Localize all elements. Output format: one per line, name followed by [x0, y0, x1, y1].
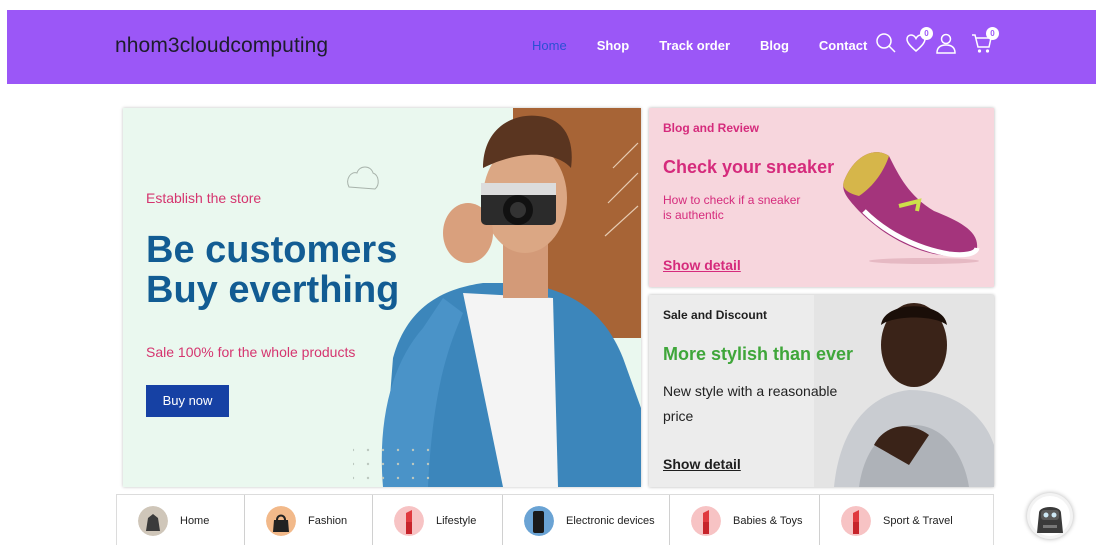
- category-home[interactable]: Home: [117, 495, 245, 545]
- hero-eyebrow: Establish the store: [146, 190, 262, 206]
- category-label: Babies & Toys: [733, 514, 803, 527]
- sneaker-image: [843, 152, 980, 264]
- blog-card-description: How to check if a sneaker is authentic: [663, 193, 800, 223]
- category-label: Lifestyle: [436, 514, 477, 527]
- cart-icon[interactable]: 0: [971, 27, 999, 54]
- nav-shop[interactable]: Shop: [597, 38, 630, 53]
- category-label: Fashion: [308, 514, 348, 527]
- blog-review-card: Blog and Review Check your sneaker How t…: [649, 108, 994, 287]
- blog-card-eyebrow: Blog and Review: [663, 121, 760, 135]
- lipstick-icon: [394, 505, 424, 536]
- sale-man-image: [814, 295, 994, 487]
- handbag-icon: [266, 505, 296, 536]
- header-actions: 0 0: [875, 27, 1001, 54]
- category-label: Home: [180, 514, 210, 527]
- hero-title: Be customers Buy everthing: [146, 230, 446, 310]
- wishlist-count-badge: 0: [920, 27, 933, 40]
- category-label: Electronic devices: [566, 514, 655, 527]
- sale-card-desc-line-2: price: [663, 408, 694, 424]
- search-icon[interactable]: [875, 32, 897, 54]
- hero-title-line-1: Be customers: [146, 229, 398, 271]
- hero-subtitle: Sale 100% for the whole products: [146, 344, 356, 360]
- category-babies-toys[interactable]: Babies & Toys: [670, 495, 820, 545]
- lipstick-icon: [841, 505, 871, 536]
- sale-card-title: More stylish than ever: [663, 344, 854, 364]
- phone-icon: [524, 505, 554, 536]
- user-icon[interactable]: [935, 32, 957, 54]
- page: nhom3cloudcomputing Home Shop Track orde…: [0, 0, 1096, 545]
- category-bar: Home Fashion Lifestyle Electronic device…: [116, 494, 994, 545]
- chatbot-button[interactable]: [1027, 493, 1073, 539]
- buy-now-button[interactable]: Buy now: [146, 385, 229, 417]
- cloud-doodle-icon: [347, 166, 379, 190]
- nav-blog[interactable]: Blog: [760, 38, 789, 53]
- category-lifestyle[interactable]: Lifestyle: [373, 495, 503, 545]
- nav-contact[interactable]: Contact: [819, 38, 867, 53]
- blog-card-desc-line-1: How to check if a sneaker: [663, 193, 801, 207]
- robot-icon: [1030, 496, 1070, 536]
- main-nav: Home Shop Track order Blog Contact: [532, 38, 897, 53]
- sale-card-desc-line-1: New style with a reasonable: [663, 383, 838, 399]
- lipstick-icon: [691, 505, 721, 536]
- category-electronic-devices[interactable]: Electronic devices: [503, 495, 670, 545]
- blog-card-desc-line-2: is authentic: [663, 208, 724, 222]
- category-fashion[interactable]: Fashion: [245, 495, 373, 545]
- brand-logo[interactable]: nhom3cloudcomputing: [115, 34, 328, 58]
- cart-count-badge: 0: [986, 27, 999, 40]
- wishlist-heart-icon[interactable]: 0: [905, 27, 933, 54]
- category-sport-travel[interactable]: Sport & Travel: [820, 495, 993, 545]
- blog-show-detail-link[interactable]: Show detail: [663, 257, 741, 273]
- blog-card-title: Check your sneaker: [663, 157, 835, 177]
- sale-card-eyebrow: Sale and Discount: [663, 308, 768, 322]
- hero-title-line-2: Buy everthing: [146, 269, 400, 311]
- nav-home[interactable]: Home: [532, 38, 567, 53]
- sale-card-description: New style with a reasonable price: [663, 379, 837, 429]
- site-header: nhom3cloudcomputing Home Shop Track orde…: [7, 10, 1096, 84]
- nav-track-order[interactable]: Track order: [659, 38, 730, 53]
- hero-banner: Establish the store Be customers Buy eve…: [123, 108, 641, 487]
- sale-discount-card: Sale and Discount More stylish than ever…: [649, 295, 994, 487]
- sale-show-detail-link[interactable]: Show detail: [663, 456, 741, 472]
- category-label: Sport & Travel: [883, 514, 953, 527]
- home-category-icon: [138, 505, 168, 536]
